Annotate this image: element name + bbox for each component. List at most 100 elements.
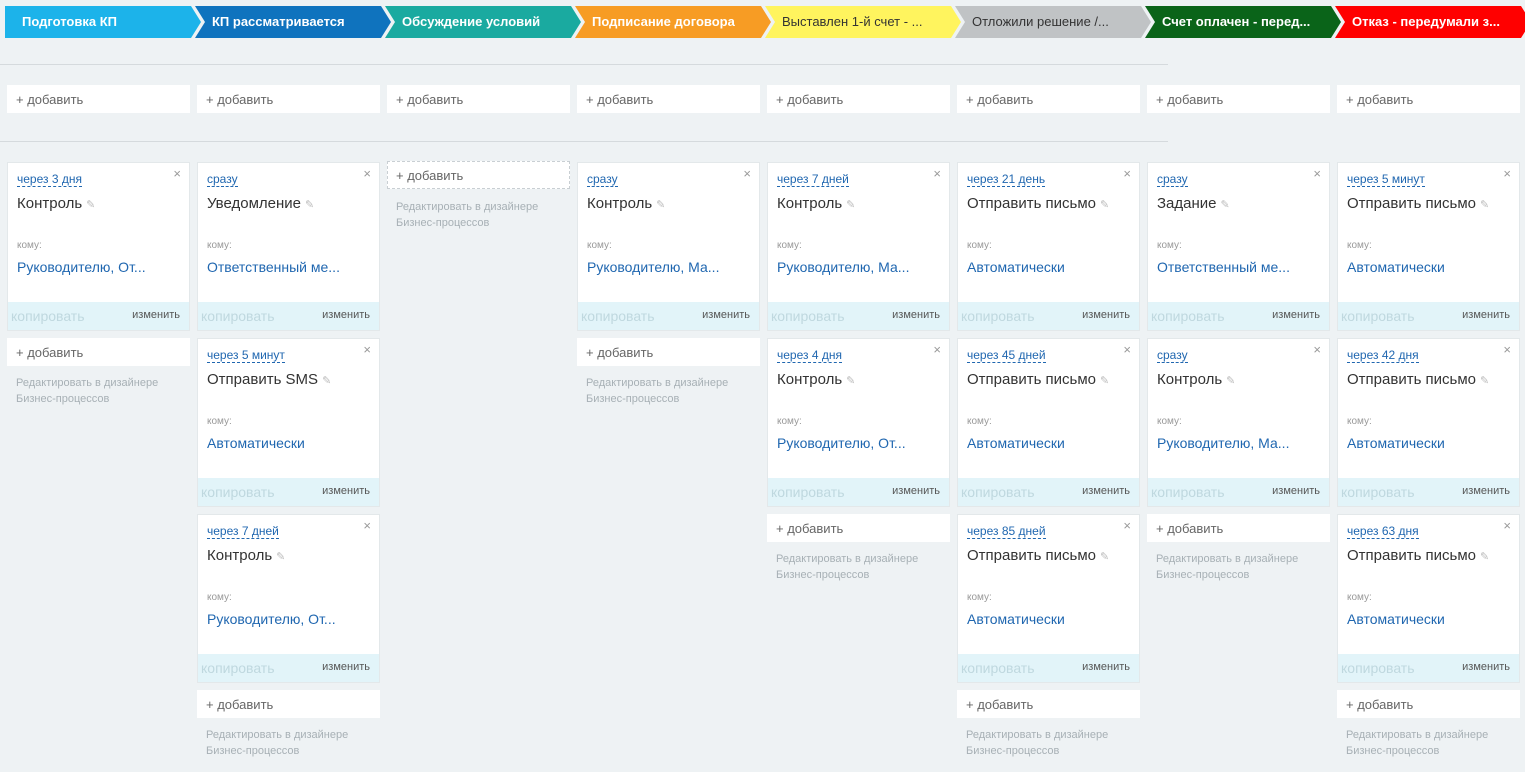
copy-button[interactable]: копировать	[1151, 308, 1225, 324]
copy-button[interactable]: копировать	[581, 308, 655, 324]
pencil-icon[interactable]: ✎	[1221, 199, 1230, 211]
designer-link[interactable]: Редактировать в дизайнере Бизнес-процессо…	[966, 727, 1136, 759]
recipient-link[interactable]: Руководителю, Ма...	[1157, 435, 1297, 451]
add-trigger-button[interactable]: + добавить	[7, 85, 190, 113]
stage-tab[interactable]: Выставлен 1-й счет - ...	[765, 6, 961, 38]
pencil-icon[interactable]: ✎	[276, 551, 285, 563]
edit-button[interactable]: изменить	[1272, 485, 1320, 497]
copy-button[interactable]: копировать	[1341, 660, 1415, 676]
robot-delay-link[interactable]: через 7 дней	[207, 525, 279, 539]
pencil-icon[interactable]: ✎	[846, 199, 855, 211]
robot-delay-link[interactable]: через 45 дней	[967, 349, 1046, 363]
robot-delay-link[interactable]: через 21 день	[967, 173, 1046, 187]
edit-button[interactable]: изменить	[322, 309, 370, 321]
robot-delay-link[interactable]: через 4 дня	[777, 349, 842, 363]
recipient-link[interactable]: Руководителю, Ма...	[587, 259, 727, 275]
close-icon[interactable]: ×	[1503, 518, 1511, 533]
close-icon[interactable]: ×	[1123, 166, 1131, 181]
copy-button[interactable]: копировать	[771, 484, 845, 500]
recipient-link[interactable]: Автоматически	[207, 435, 347, 451]
pencil-icon[interactable]: ✎	[1226, 375, 1235, 387]
add-robot-button[interactable]: + добавить	[1337, 690, 1520, 718]
designer-link[interactable]: Редактировать в дизайнере Бизнес-процессо…	[396, 199, 566, 231]
copy-button[interactable]: копировать	[201, 308, 275, 324]
robot-delay-link[interactable]: сразу	[1157, 349, 1188, 363]
add-robot-button[interactable]: + добавить	[7, 338, 190, 366]
copy-button[interactable]: копировать	[201, 660, 275, 676]
add-robot-button[interactable]: + добавить	[387, 161, 570, 189]
edit-button[interactable]: изменить	[892, 485, 940, 497]
edit-button[interactable]: изменить	[702, 309, 750, 321]
add-trigger-button[interactable]: + добавить	[197, 85, 380, 113]
recipient-link[interactable]: Автоматически	[967, 259, 1107, 275]
copy-button[interactable]: копировать	[1341, 308, 1415, 324]
robot-delay-link[interactable]: сразу	[587, 173, 618, 187]
copy-button[interactable]: копировать	[961, 660, 1035, 676]
designer-link[interactable]: Редактировать в дизайнере Бизнес-процессо…	[206, 727, 376, 759]
pencil-icon[interactable]: ✎	[1100, 375, 1109, 387]
add-trigger-button[interactable]: + добавить	[1337, 85, 1520, 113]
copy-button[interactable]: копировать	[1151, 484, 1225, 500]
pencil-icon[interactable]: ✎	[322, 375, 331, 387]
close-icon[interactable]: ×	[363, 518, 371, 533]
copy-button[interactable]: копировать	[1341, 484, 1415, 500]
close-icon[interactable]: ×	[1313, 342, 1321, 357]
recipient-link[interactable]: Руководителю, От...	[207, 611, 347, 627]
edit-button[interactable]: изменить	[1272, 309, 1320, 321]
designer-link[interactable]: Редактировать в дизайнере Бизнес-процессо…	[1156, 551, 1326, 583]
add-robot-button[interactable]: + добавить	[197, 690, 380, 718]
edit-button[interactable]: изменить	[1082, 661, 1130, 673]
close-icon[interactable]: ×	[173, 166, 181, 181]
close-icon[interactable]: ×	[1503, 342, 1511, 357]
edit-button[interactable]: изменить	[892, 309, 940, 321]
edit-button[interactable]: изменить	[322, 661, 370, 673]
stage-tab[interactable]: Отказ - передумали з...	[1335, 6, 1525, 38]
copy-button[interactable]: копировать	[201, 484, 275, 500]
add-robot-button[interactable]: + добавить	[577, 338, 760, 366]
recipient-link[interactable]: Руководителю, От...	[17, 259, 157, 275]
recipient-link[interactable]: Автоматически	[1347, 435, 1487, 451]
edit-button[interactable]: изменить	[1082, 485, 1130, 497]
stage-tab[interactable]: КП рассматривается	[195, 6, 391, 38]
copy-button[interactable]: копировать	[961, 484, 1035, 500]
robot-delay-link[interactable]: через 3 дня	[17, 173, 82, 187]
close-icon[interactable]: ×	[933, 166, 941, 181]
edit-button[interactable]: изменить	[322, 485, 370, 497]
add-robot-button[interactable]: + добавить	[1147, 514, 1330, 542]
recipient-link[interactable]: Руководителю, Ма...	[777, 259, 917, 275]
stage-tab[interactable]: Обсуждение условий	[385, 6, 581, 38]
robot-delay-link[interactable]: через 42 дня	[1347, 349, 1419, 363]
pencil-icon[interactable]: ✎	[1100, 551, 1109, 563]
designer-link[interactable]: Редактировать в дизайнере Бизнес-процессо…	[586, 375, 756, 407]
close-icon[interactable]: ×	[1313, 166, 1321, 181]
copy-button[interactable]: копировать	[771, 308, 845, 324]
edit-button[interactable]: изменить	[132, 309, 180, 321]
pencil-icon[interactable]: ✎	[1480, 199, 1489, 211]
close-icon[interactable]: ×	[1123, 342, 1131, 357]
designer-link[interactable]: Редактировать в дизайнере Бизнес-процессо…	[1346, 727, 1516, 759]
stage-tab[interactable]: Отложили решение /...	[955, 6, 1151, 38]
stage-tab[interactable]: Подготовка КП	[5, 6, 201, 38]
recipient-link[interactable]: Автоматически	[967, 611, 1107, 627]
stage-tab[interactable]: Подписание договора	[575, 6, 771, 38]
add-trigger-button[interactable]: + добавить	[1147, 85, 1330, 113]
close-icon[interactable]: ×	[363, 166, 371, 181]
add-robot-button[interactable]: + добавить	[957, 690, 1140, 718]
designer-link[interactable]: Редактировать в дизайнере Бизнес-процессо…	[16, 375, 186, 407]
close-icon[interactable]: ×	[1123, 518, 1131, 533]
robot-delay-link[interactable]: через 5 минут	[1347, 173, 1425, 187]
recipient-link[interactable]: Ответственный ме...	[207, 259, 347, 275]
close-icon[interactable]: ×	[933, 342, 941, 357]
edit-button[interactable]: изменить	[1082, 309, 1130, 321]
robot-delay-link[interactable]: через 85 дней	[967, 525, 1046, 539]
close-icon[interactable]: ×	[1503, 166, 1511, 181]
designer-link[interactable]: Редактировать в дизайнере Бизнес-процессо…	[776, 551, 946, 583]
robot-delay-link[interactable]: сразу	[1157, 173, 1188, 187]
edit-button[interactable]: изменить	[1462, 485, 1510, 497]
pencil-icon[interactable]: ✎	[86, 199, 95, 211]
add-trigger-button[interactable]: + добавить	[577, 85, 760, 113]
close-icon[interactable]: ×	[363, 342, 371, 357]
edit-button[interactable]: изменить	[1462, 661, 1510, 673]
add-trigger-button[interactable]: + добавить	[387, 85, 570, 113]
robot-delay-link[interactable]: сразу	[207, 173, 238, 187]
